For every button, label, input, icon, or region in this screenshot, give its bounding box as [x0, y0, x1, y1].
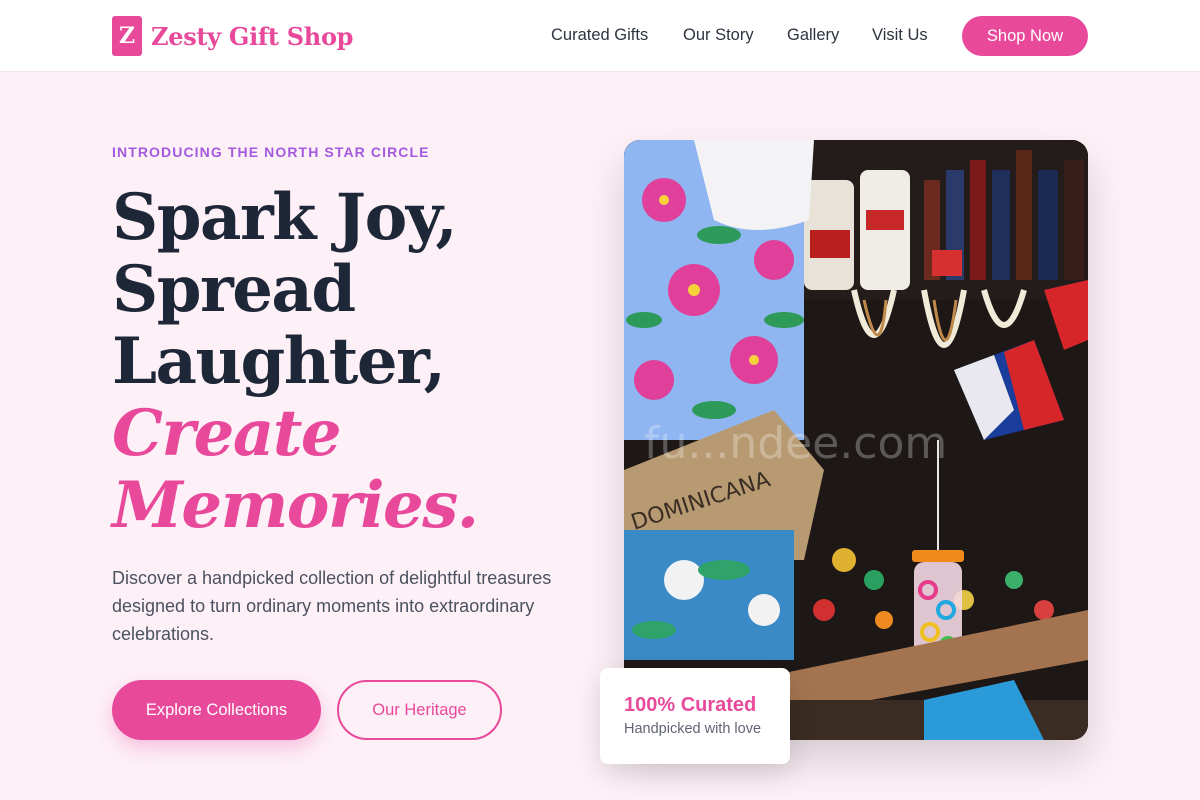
brand-logo[interactable]: Z Zesty Gift Shop [112, 16, 353, 56]
our-heritage-button[interactable]: Our Heritage [337, 680, 502, 740]
shop-now-button[interactable]: Shop Now [962, 16, 1088, 56]
nav-link-visit-us[interactable]: Visit Us [872, 26, 928, 45]
hero-eyebrow: INTRODUCING THE NORTH STAR CIRCLE [112, 144, 430, 160]
curated-badge: 100% Curated Handpicked with love [600, 668, 790, 764]
nav-link-our-story[interactable]: Our Story [683, 26, 754, 45]
site-header: Z Zesty Gift Shop Curated Gifts Our Stor… [0, 0, 1200, 72]
brand-name: Zesty Gift Shop [151, 21, 354, 51]
headline-line-2: Spread [112, 252, 356, 327]
headline-accent-line-2: Memories. [112, 468, 479, 543]
badge-title: 100% Curated [624, 694, 757, 716]
explore-collections-button[interactable]: Explore Collections [112, 680, 321, 740]
headline-line-3: Laughter, [112, 324, 446, 399]
logo-mark-icon: Z [112, 16, 142, 56]
hero-headline: Spark Joy, Spread Laughter, Create Memor… [112, 182, 592, 542]
nav-link-curated-gifts[interactable]: Curated Gifts [551, 26, 648, 45]
headline-accent-line-1: Create [112, 396, 342, 471]
hero-description: Discover a handpicked collection of deli… [112, 568, 552, 644]
hero-image-gift-stall: DOMINICANA fu...ndee.com [624, 140, 1088, 740]
image-watermark: fu...ndee.com [644, 418, 947, 469]
badge-subtitle: Handpicked with love [624, 721, 762, 737]
nav-link-gallery[interactable]: Gallery [787, 26, 839, 45]
headline-line-1: Spark Joy, [112, 180, 458, 255]
